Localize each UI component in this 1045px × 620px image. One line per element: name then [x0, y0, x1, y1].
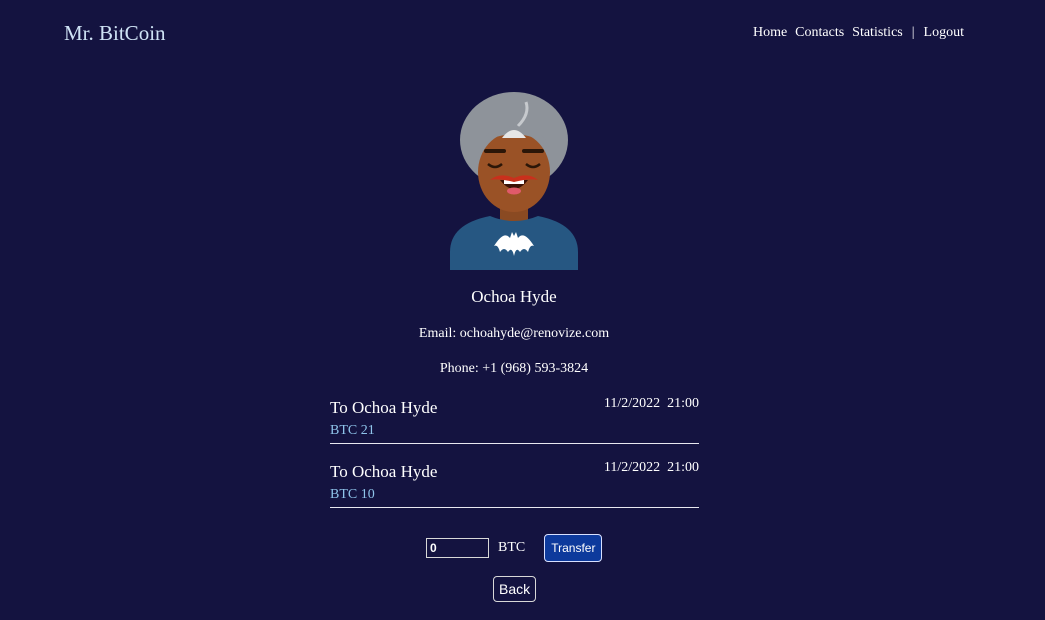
contact-email: Email: ochoahyde@renovize.com	[418, 326, 610, 341]
currency-label: BTC	[498, 540, 526, 555]
moves-list: To Ochoa Hyde 11/2/2022 21:00 BTC 21 To …	[330, 396, 699, 524]
move-date: 11/2/2022 21:00	[603, 396, 699, 411]
avatar-illustration-icon	[450, 92, 578, 270]
transfer-amount-input[interactable]	[426, 538, 489, 558]
nav-separator: |	[911, 25, 915, 40]
nav-contacts-link[interactable]: Contacts	[795, 25, 844, 41]
move-date: 11/2/2022 21:00	[603, 460, 699, 475]
contact-name: Ochoa Hyde	[471, 287, 557, 306]
back-button[interactable]: Back	[493, 576, 537, 602]
nav-statistics-link[interactable]: Statistics	[852, 25, 903, 41]
move-item: To Ochoa Hyde 11/2/2022 21:00 BTC 21	[330, 396, 699, 444]
app-header: Mr. BitCoin Home Contacts Statistics | L…	[0, 0, 1045, 70]
move-amount: BTC 10	[330, 487, 375, 502]
contact-phone: Phone: +1 (968) 593-3824	[439, 361, 589, 376]
transfer-button[interactable]: Transfer	[544, 534, 603, 562]
move-recipient: To Ochoa Hyde	[330, 462, 438, 481]
contact-avatar	[450, 92, 578, 270]
nav-home-link[interactable]: Home	[753, 25, 787, 41]
nav-logout-link[interactable]: Logout	[924, 25, 964, 41]
transfer-form: BTC Transfer	[426, 534, 603, 562]
main-nav: Home Contacts Statistics | Logout	[753, 25, 964, 41]
app-logo[interactable]: Mr. BitCoin	[64, 21, 166, 46]
move-amount: BTC 21	[330, 423, 375, 438]
move-recipient: To Ochoa Hyde	[330, 398, 438, 417]
move-item: To Ochoa Hyde 11/2/2022 21:00 BTC 10	[330, 460, 699, 508]
